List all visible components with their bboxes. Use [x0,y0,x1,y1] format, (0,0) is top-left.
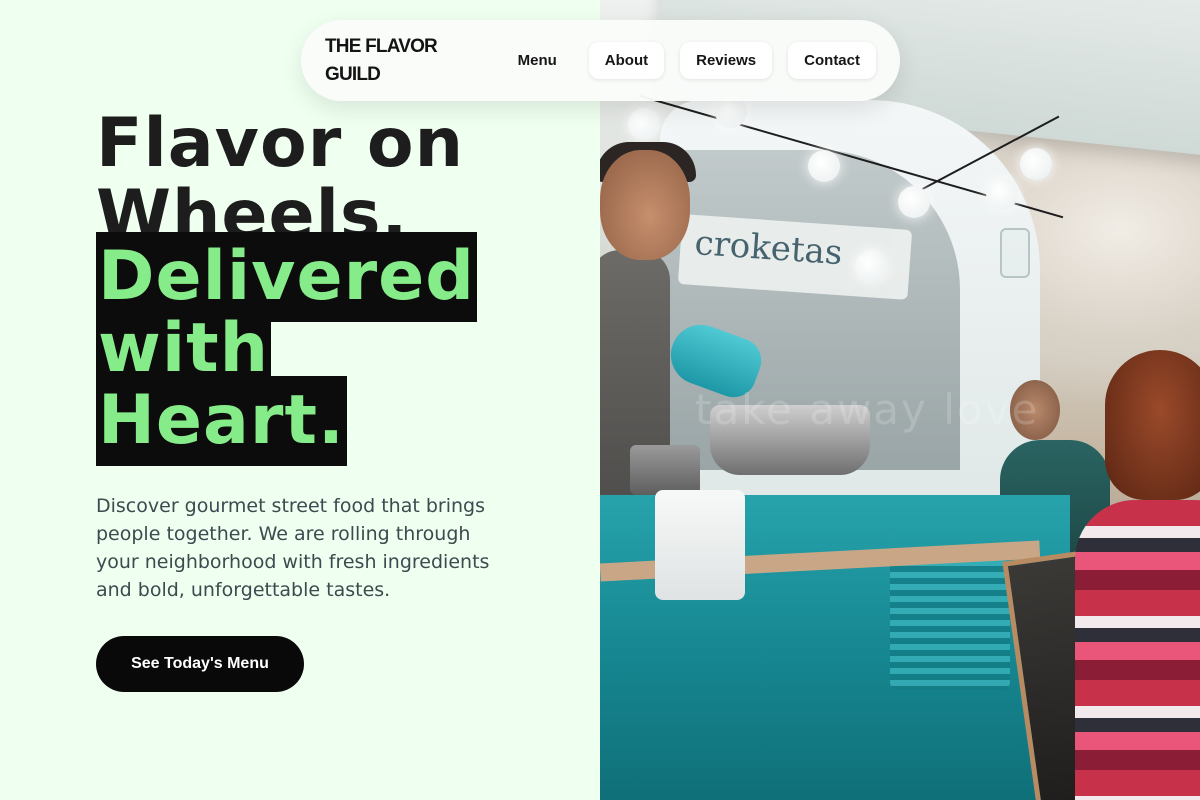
light-bulb-icon [986,178,1018,210]
hero-photo: croketas take away love [600,0,1200,800]
nav-links: Menu About Reviews Contact [502,42,876,79]
brand-logo[interactable]: THE FLAVOR GUILD [325,33,472,89]
nav-link-menu[interactable]: Menu [502,42,573,79]
watermark: take away love [695,385,1040,434]
hero-description: Discover gourmet street food that brings… [96,495,490,601]
nav-link-about[interactable]: About [588,42,665,79]
highlight-row: Heart. [96,376,576,466]
customer-sweater [1075,500,1200,800]
hero-title: Flavor on Wheels, Delivered with Heart. [96,108,576,466]
navbar: THE FLAVOR GUILD Menu About Reviews Cont… [301,20,900,101]
cooking-pot [630,445,700,495]
hero-highlight: Heart. [96,376,347,466]
hero-title-line: Flavor on [96,104,465,183]
customer-hair [1105,350,1200,500]
see-menu-button[interactable]: See Today's Menu [96,636,304,692]
spread-tub [655,490,745,600]
nav-link-contact[interactable]: Contact [788,42,876,79]
light-bulb-icon [855,250,887,282]
light-bulb-icon [808,150,840,182]
nav-link-reviews[interactable]: Reviews [680,42,773,79]
mason-jar [1000,228,1030,278]
light-bulb-icon [628,108,660,140]
light-bulb-icon [1020,148,1052,180]
light-bulb-icon [898,186,930,218]
van-vents [890,560,1010,690]
chef-head [600,150,690,260]
